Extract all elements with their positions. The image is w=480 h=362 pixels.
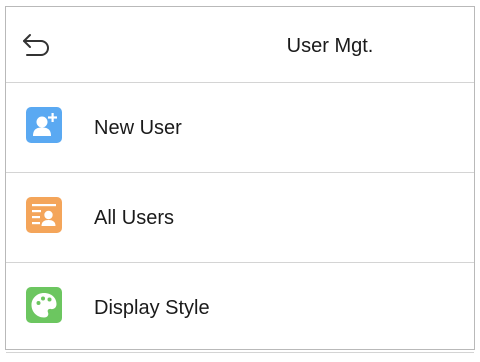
palette-icon [26,287,62,323]
header-bar: User Mgt. [6,7,474,83]
user-list-icon [26,197,62,233]
add-user-icon [26,107,62,143]
menu-item-label: Display Style [94,297,210,319]
menu-item-label: All Users [94,207,175,229]
menu-item-display-style[interactable]: Display Style [6,263,474,353]
menu-item-new-user[interactable]: New User [6,83,474,173]
user-management-screen: User Mgt. New User All Users Display Sty… [5,6,475,353]
menu-item-label: New User [94,117,182,139]
page-title: User Mgt. [286,35,374,57]
menu-item-all-users[interactable]: All Users [6,173,474,263]
